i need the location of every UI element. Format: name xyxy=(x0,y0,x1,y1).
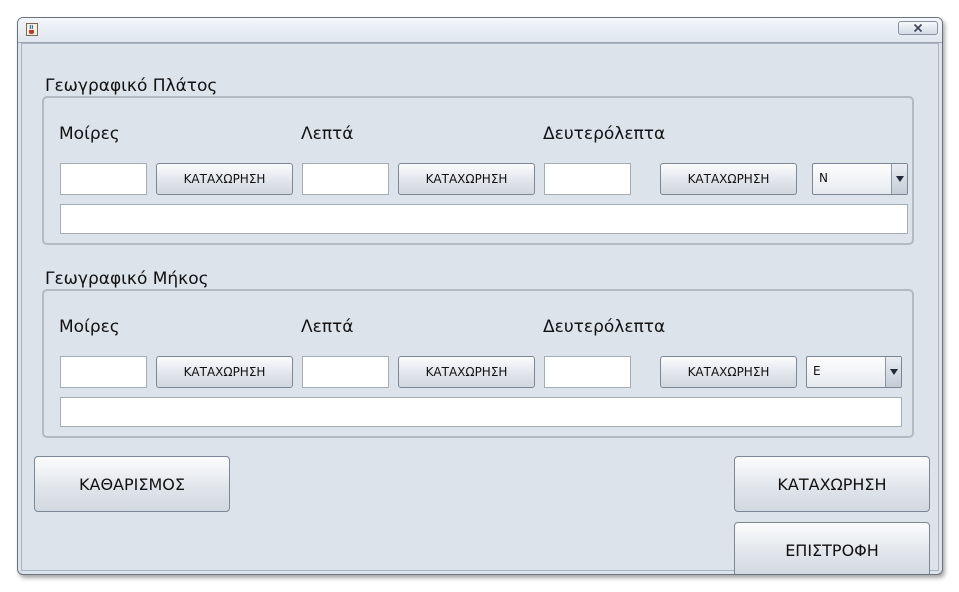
close-icon xyxy=(913,23,923,33)
longitude-degrees-label: Μοίρες xyxy=(59,317,120,337)
latitude-hemisphere-value: N xyxy=(819,171,828,185)
longitude-section-title: Γεωγραφικό Μήκος xyxy=(45,269,209,289)
chevron-down-icon[interactable] xyxy=(885,357,901,387)
longitude-degrees-input[interactable] xyxy=(60,356,147,388)
longitude-panel: Μοίρες Λεπτά Δευτερόλεπτα ΚΑΤΑΧΩΡΗΣΗ ΚΑΤ… xyxy=(42,289,914,438)
longitude-result-field[interactable] xyxy=(60,397,902,427)
latitude-hemisphere-select[interactable]: N xyxy=(812,163,908,195)
chevron-down-icon[interactable] xyxy=(891,164,907,194)
java-cup-icon xyxy=(26,23,38,36)
latitude-minutes-save-button[interactable]: ΚΑΤΑΧΩΡΗΣΗ xyxy=(398,163,535,195)
latitude-result-field[interactable] xyxy=(60,204,908,234)
longitude-seconds-input[interactable] xyxy=(544,356,631,388)
latitude-section-title: Γεωγραφικό Πλάτος xyxy=(45,76,218,96)
main-content: Γεωγραφικό Πλάτος Μοίρες Λεπτά Δευτερόλε… xyxy=(21,43,939,574)
longitude-minutes-label: Λεπτά xyxy=(301,317,354,337)
longitude-degrees-save-button[interactable]: ΚΑΤΑΧΩΡΗΣΗ xyxy=(156,356,293,388)
latitude-seconds-save-button[interactable]: ΚΑΤΑΧΩΡΗΣΗ xyxy=(660,163,797,195)
latitude-seconds-input[interactable] xyxy=(544,163,631,195)
latitude-panel: Μοίρες Λεπτά Δευτερόλεπτα ΚΑΤΑΧΩΡΗΣΗ ΚΑΤ… xyxy=(42,96,914,245)
latitude-degrees-input[interactable] xyxy=(60,163,147,195)
longitude-minutes-input[interactable] xyxy=(302,356,389,388)
title-bar[interactable] xyxy=(18,18,942,43)
back-button[interactable]: ΕΠΙΣΤΡΟΦΗ xyxy=(734,522,930,574)
longitude-minutes-save-button[interactable]: ΚΑΤΑΧΩΡΗΣΗ xyxy=(398,356,535,388)
latitude-minutes-label: Λεπτά xyxy=(301,124,354,144)
longitude-hemisphere-select[interactable]: E xyxy=(806,356,902,388)
app-window: Γεωγραφικό Πλάτος Μοίρες Λεπτά Δευτερόλε… xyxy=(17,17,943,575)
clear-button[interactable]: ΚΑΘΑΡΙΣΜΟΣ xyxy=(34,456,230,512)
latitude-minutes-input[interactable] xyxy=(302,163,389,195)
save-button[interactable]: ΚΑΤΑΧΩΡΗΣΗ xyxy=(734,456,930,512)
close-button[interactable] xyxy=(898,21,938,35)
latitude-degrees-label: Μοίρες xyxy=(59,124,120,144)
longitude-hemisphere-value: E xyxy=(813,364,821,378)
latitude-degrees-save-button[interactable]: ΚΑΤΑΧΩΡΗΣΗ xyxy=(156,163,293,195)
longitude-seconds-label: Δευτερόλεπτα xyxy=(543,317,666,337)
latitude-seconds-label: Δευτερόλεπτα xyxy=(543,124,666,144)
longitude-seconds-save-button[interactable]: ΚΑΤΑΧΩΡΗΣΗ xyxy=(660,356,797,388)
